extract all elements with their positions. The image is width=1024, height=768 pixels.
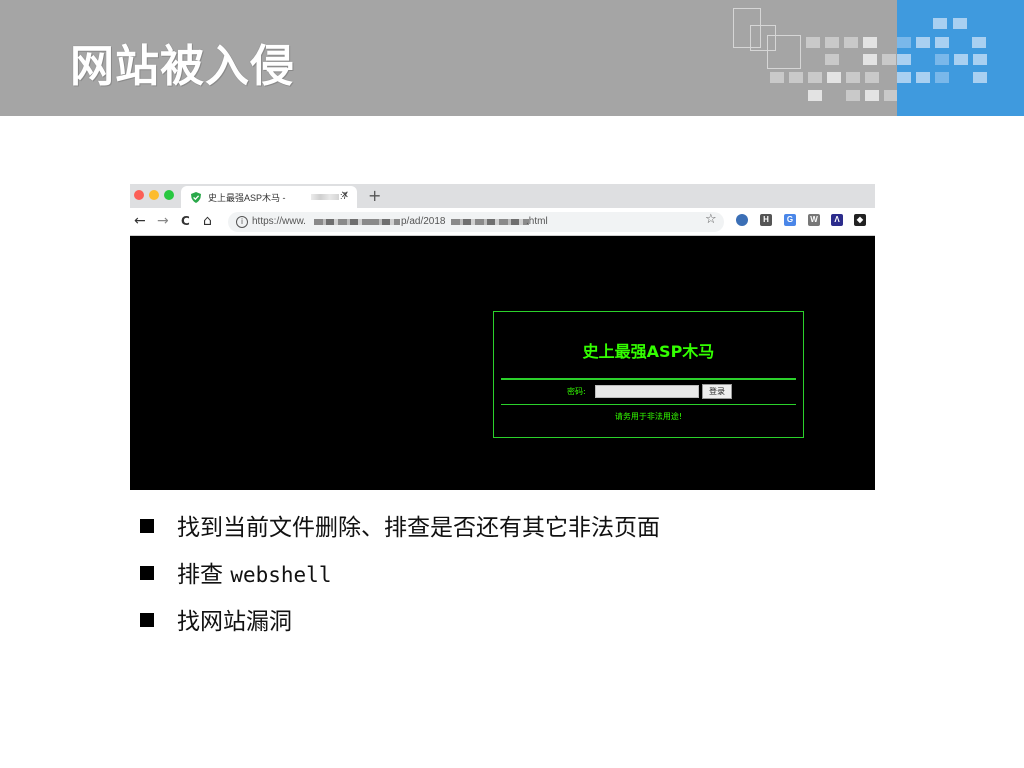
url-prefix: https://www. [252,216,306,227]
translate-icon[interactable]: G [784,214,796,226]
firefox-sync-icon[interactable] [736,214,748,226]
close-window-button[interactable] [134,190,144,200]
warning-text: 请务用于非法用途! [614,412,683,421]
url-suffix: .html [526,216,548,227]
browser-tab[interactable]: 史上最强ASP木马 - :7 ✕ [181,186,357,208]
fox-extension-icon[interactable]: ◆ [854,214,866,226]
bullet-text: 排查 [177,562,223,588]
password-label: 密码: [567,387,586,396]
bullet-text: 找网站漏洞 [177,609,292,635]
close-tab-icon[interactable]: ✕ [341,190,349,201]
info-icon[interactable]: i [236,216,248,228]
square-bullet-icon [140,519,154,533]
wappalyzer-icon[interactable]: Λ [831,214,843,226]
new-tab-button[interactable]: + [368,186,381,206]
webshell-title: 史上最强ASP木马 [582,342,715,361]
bullet-text-en: webshell [230,563,332,587]
bullet-item: 找网站漏洞 [140,606,660,653]
webshell-login-panel: 史上最强ASP木马 密码: 登录 请务用于非法用途! [493,311,804,438]
login-button[interactable]: 登录 [702,384,732,399]
home-icon[interactable]: ⌂ [203,213,212,229]
reload-icon[interactable]: C [181,213,190,229]
square-bullet-icon [140,613,154,627]
tab-bar: 史上最强ASP木马 - :7 ✕ + [130,184,875,208]
bullet-list: 找到当前文件删除、排查是否还有其它非法页面 排查 webshell 找网站漏洞 [140,512,660,653]
bullet-item: 找到当前文件删除、排查是否还有其它非法页面 [140,512,660,559]
maximize-window-button[interactable] [164,190,174,200]
slide-header: 网站被入侵 [0,0,1024,116]
tab-title-redaction [311,194,339,200]
url-path: p/ad/2018 [401,216,446,227]
address-bar[interactable]: i https://www. p/ad/2018 .html [228,212,724,232]
bookmark-star-icon[interactable]: ☆ [705,212,717,227]
minimize-window-button[interactable] [149,190,159,200]
bookmark-extension-icon[interactable]: H [760,214,772,226]
url-redaction [451,219,529,225]
browser-screenshot: 史上最强ASP木马 - :7 ✕ + ← → C ⌂ i https://www… [130,184,875,490]
tab-title: 史上最强ASP木马 - [208,193,286,203]
password-input[interactable] [595,385,699,398]
divider [501,378,796,380]
square-bullet-icon [140,566,154,580]
header-accent-block [897,0,1024,116]
divider [501,404,796,405]
slide-title: 网站被入侵 [70,41,295,92]
shield-icon [191,192,201,203]
bullet-text: 找到当前文件删除、排查是否还有其它非法页面 [177,515,660,541]
forward-arrow-icon[interactable]: → [157,213,169,229]
browser-toolbar: ← → C ⌂ i https://www. p/ad/2018 .html ☆… [130,208,875,236]
url-redaction [370,219,400,225]
wikipedia-icon[interactable]: W [808,214,820,226]
bullet-item: 排查 webshell [140,559,660,606]
back-arrow-icon[interactable]: ← [134,213,146,229]
